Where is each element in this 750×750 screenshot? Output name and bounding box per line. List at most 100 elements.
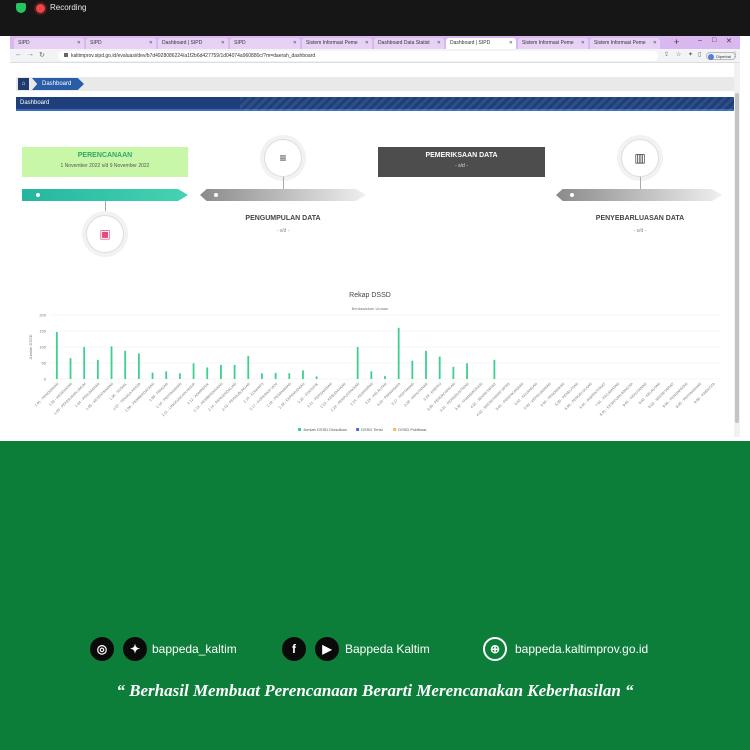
minimize-icon[interactable]: –	[698, 37, 702, 44]
tab-label: Sistem Informasi Peme	[522, 40, 574, 46]
close-icon[interactable]: ✕	[77, 40, 81, 46]
address-bar-row: ← → ↻ kaltimprov.sipd.go.id/evaluasi/dev…	[10, 49, 740, 63]
lock-icon	[64, 53, 68, 57]
social-website: ⊕ bappeda.kaltimprov.go.id	[483, 637, 683, 663]
bar	[370, 371, 373, 379]
y-tick-label: 200	[39, 313, 46, 318]
bar	[220, 364, 222, 379]
bookmark-star-icon[interactable]: ☆	[676, 51, 681, 58]
x-tick-label: 7.01 - KECAMATAN	[595, 382, 621, 408]
x-tick-label: 9.01 - KEHUTANAN	[622, 382, 648, 408]
browser-tab[interactable]: Dashboard | SIPD ✕	[158, 38, 228, 49]
close-icon[interactable]: ✕	[509, 40, 513, 46]
close-icon[interactable]: ✕	[365, 40, 369, 46]
shield-icon	[16, 3, 26, 13]
bar	[69, 358, 72, 379]
bar	[247, 355, 250, 379]
reload-icon[interactable]: ↻	[39, 51, 45, 59]
bar	[83, 347, 86, 379]
tab-label: Dashboard | SIPD	[162, 40, 203, 46]
bar	[178, 373, 181, 379]
x-tick-label: 3.26 - PARIWISATA	[376, 381, 402, 407]
recording-icon	[36, 4, 45, 13]
back-icon[interactable]: ←	[15, 51, 22, 58]
bar	[302, 370, 304, 379]
social-handle-1: bappeda_kaltim	[152, 642, 237, 656]
legend-swatch	[298, 428, 301, 431]
avatar	[708, 54, 714, 60]
browser-tab[interactable]: SIPD ✕	[230, 38, 300, 49]
twitter-icon: ✦	[123, 637, 147, 661]
x-tick-label: 1.04 - PERUMAHAN	[74, 382, 101, 409]
browser-tab[interactable]: Sistem Informasi Peme ✕	[590, 38, 660, 49]
bar	[233, 364, 236, 379]
y-tick-label: 0	[44, 377, 47, 382]
close-icon[interactable]: ✕	[581, 40, 585, 46]
recording-bar: Recording	[0, 0, 750, 36]
y-tick-label: 50	[42, 361, 47, 366]
tab-label: SIPD	[90, 40, 102, 46]
forward-icon[interactable]: →	[27, 51, 34, 58]
browser-tab[interactable]: SIPD ✕	[14, 38, 84, 49]
tab-label: Sistem Informasi Peme	[306, 40, 358, 46]
rekap-dssd-chart: 0 50 100 150 200 Jumlah DSSD 1.01 - PENDIDIKAN…	[28, 313, 720, 432]
close-icon[interactable]: ✕	[149, 40, 153, 46]
menu-icon[interactable]: ⋮	[732, 51, 738, 58]
bar	[55, 331, 58, 379]
browser-tab[interactable]: Sistem Informasi Peme ✕	[302, 38, 372, 49]
legend-label: Jumlah DSSD Diusulkan	[303, 427, 347, 432]
bar	[288, 373, 291, 379]
window-close-icon[interactable]: ✕	[726, 37, 732, 45]
bar	[384, 376, 386, 379]
tab-label: SIPD	[234, 40, 246, 46]
browser-tab-strip: SIPD ✕ SIPD ✕ Dashboard | SIPD ✕ SIPD ✕ Sist…	[10, 36, 740, 49]
bar	[466, 363, 468, 379]
social-facebook-youtube: f ▶ Bappeda Kaltim	[282, 637, 452, 663]
browser-tab[interactable]: Sistem Informasi Peme ✕	[518, 38, 588, 49]
bar	[206, 367, 209, 379]
bar	[274, 372, 277, 379]
browser-tab[interactable]: Dashboard Data Statist ✕	[374, 38, 444, 49]
social-handle-2: Bappeda Kaltim	[345, 642, 430, 656]
bar	[137, 353, 140, 379]
browser-tab-active[interactable]: Dashboard | SIPD ✕	[446, 38, 516, 49]
profile-label: Diperbai	[716, 54, 731, 59]
maximize-icon[interactable]: □	[712, 37, 716, 44]
tab-label: Dashboard Data Statist	[378, 40, 430, 46]
extensions-icon[interactable]: ✦	[688, 51, 693, 58]
bar	[261, 373, 263, 379]
page-viewport: ⌂ Dashboard Dashboard PERENCANAAN 1 Nove…	[10, 63, 740, 437]
x-tick-label: 1.01 - PENDIDIKAN	[34, 382, 60, 408]
bar	[438, 356, 441, 379]
x-tick-label: 2.21 - PERSANDIAN	[306, 382, 333, 409]
instagram-icon: ◎	[90, 637, 114, 661]
bar	[411, 360, 414, 379]
bar	[397, 327, 400, 379]
scrollbar-thumb[interactable]	[735, 93, 739, 423]
scrollbar[interactable]	[734, 63, 740, 437]
close-icon[interactable]: ✕	[293, 40, 297, 46]
y-tick-label: 100	[39, 345, 46, 350]
bar	[151, 372, 154, 379]
new-tab-button[interactable]: +	[674, 37, 679, 47]
tab-label: Dashboard | SIPD	[450, 40, 491, 46]
browser-tab[interactable]: SIPD ✕	[86, 38, 156, 49]
bar	[110, 346, 113, 379]
x-tick-label: 9.04 - PENDAPATAN	[662, 382, 689, 409]
close-icon[interactable]: ✕	[221, 40, 225, 46]
url-input[interactable]: kaltimprov.sipd.go.id/evaluasi/dev/b7d49…	[58, 51, 658, 61]
bar	[96, 359, 99, 379]
sidebar-icon[interactable]: ▯	[698, 51, 701, 58]
legend-swatch	[356, 428, 360, 431]
legend-label: DSSD Publikasi	[398, 427, 426, 432]
x-tick-label: 2.18 - PENANAMAN	[266, 382, 292, 408]
website-text: bappeda.kaltimprov.go.id	[515, 642, 649, 656]
tab-label: SIPD	[18, 40, 30, 46]
share-icon[interactable]: ⇪	[664, 51, 669, 58]
close-icon[interactable]: ✕	[437, 40, 441, 46]
globe-icon: ⊕	[483, 637, 507, 661]
legend-label: DSSD Terisi	[361, 427, 383, 432]
bar	[192, 363, 195, 379]
close-icon[interactable]: ✕	[653, 40, 657, 46]
bar	[315, 376, 318, 379]
